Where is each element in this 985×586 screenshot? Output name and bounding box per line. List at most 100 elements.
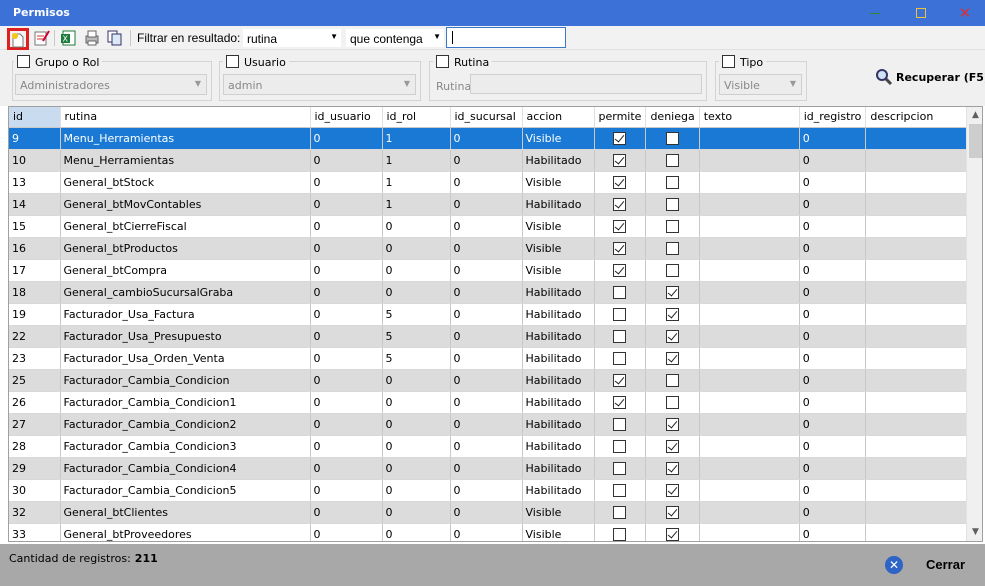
column-header-texto[interactable]: texto bbox=[699, 107, 800, 128]
permite-checkbox[interactable] bbox=[613, 131, 627, 145]
deniega-checkbox[interactable] bbox=[666, 329, 680, 343]
cell-deniega[interactable] bbox=[645, 457, 700, 480]
column-header-accion[interactable]: accion bbox=[522, 107, 595, 128]
rutina-checkbox[interactable] bbox=[436, 55, 449, 68]
cell-deniega[interactable] bbox=[645, 479, 700, 502]
deniega-checkbox[interactable] bbox=[666, 307, 680, 321]
cell-permite[interactable] bbox=[594, 281, 647, 304]
cell-deniega[interactable] bbox=[645, 149, 700, 172]
filter-operator-select[interactable]: que contenga ▼ bbox=[345, 28, 445, 48]
permite-checkbox[interactable] bbox=[613, 175, 627, 189]
deniega-checkbox[interactable] bbox=[666, 505, 680, 519]
cell-permite[interactable] bbox=[594, 501, 647, 524]
column-header-descripcion[interactable]: descripcion bbox=[865, 107, 979, 128]
new-record-icon[interactable] bbox=[7, 28, 29, 50]
permite-checkbox[interactable] bbox=[613, 285, 627, 299]
table-row[interactable]: 19 Facturador_Usa_Factura 0 5 0 Habilitado 0 bbox=[9, 303, 979, 326]
minimize-icon[interactable] bbox=[852, 0, 898, 26]
cell-deniega[interactable] bbox=[645, 171, 700, 194]
deniega-checkbox[interactable] bbox=[666, 219, 680, 233]
copy-icon[interactable] bbox=[106, 29, 124, 47]
column-header-deniega[interactable]: deniega bbox=[645, 107, 700, 128]
cell-deniega[interactable] bbox=[645, 127, 700, 150]
permite-checkbox[interactable] bbox=[613, 307, 627, 321]
table-row[interactable]: 33 General_btProveedores 0 0 0 Visible 0 bbox=[9, 523, 979, 541]
deniega-checkbox[interactable] bbox=[666, 417, 680, 431]
cell-permite[interactable] bbox=[594, 391, 647, 414]
deniega-checkbox[interactable] bbox=[666, 241, 680, 255]
column-header-id-rol[interactable]: id_rol bbox=[382, 107, 451, 128]
table-row[interactable]: 28 Facturador_Cambia_Condicion3 0 0 0 Habilit… bbox=[9, 435, 979, 458]
cell-deniega[interactable] bbox=[645, 391, 700, 414]
permite-checkbox[interactable] bbox=[613, 505, 627, 519]
cell-permite[interactable] bbox=[594, 457, 647, 480]
column-header-id-sucursal[interactable]: id_sucursal bbox=[450, 107, 523, 128]
column-header-rutina[interactable]: rutina bbox=[60, 107, 311, 128]
deniega-checkbox[interactable] bbox=[666, 197, 680, 211]
column-header-id-registro[interactable]: id_registro bbox=[799, 107, 867, 128]
deniega-checkbox[interactable] bbox=[666, 175, 680, 189]
tipo-select[interactable]: Visible ▼ bbox=[719, 74, 802, 95]
permite-checkbox[interactable] bbox=[613, 153, 627, 167]
permite-checkbox[interactable] bbox=[613, 373, 627, 387]
column-header-permite[interactable]: permite bbox=[594, 107, 647, 128]
permite-checkbox[interactable] bbox=[613, 197, 627, 211]
maximize-icon[interactable] bbox=[898, 0, 944, 26]
table-row[interactable]: 17 General_btCompra 0 0 0 Visible 0 bbox=[9, 259, 979, 282]
permite-checkbox[interactable] bbox=[613, 241, 627, 255]
cell-permite[interactable] bbox=[594, 259, 647, 282]
permissions-grid[interactable]: id rutina id_usuario id_rol id_sucursal accio… bbox=[8, 106, 983, 542]
deniega-checkbox[interactable] bbox=[666, 131, 680, 145]
tipo-checkbox-label[interactable]: Tipo bbox=[719, 55, 767, 69]
vertical-scrollbar[interactable]: ▲ ▼ bbox=[966, 107, 982, 541]
cell-permite[interactable] bbox=[594, 149, 647, 172]
permite-checkbox[interactable] bbox=[613, 395, 627, 409]
deniega-checkbox[interactable] bbox=[666, 395, 680, 409]
cell-permite[interactable] bbox=[594, 237, 647, 260]
cell-permite[interactable] bbox=[594, 171, 647, 194]
usuario-select[interactable]: admin ▼ bbox=[223, 74, 416, 95]
cell-deniega[interactable] bbox=[645, 435, 700, 458]
deniega-checkbox[interactable] bbox=[666, 483, 680, 497]
cell-deniega[interactable] bbox=[645, 193, 700, 216]
edit-icon[interactable] bbox=[33, 29, 51, 47]
deniega-checkbox[interactable] bbox=[666, 373, 680, 387]
cell-permite[interactable] bbox=[594, 369, 647, 392]
column-header-id-usuario[interactable]: id_usuario bbox=[310, 107, 383, 128]
cell-permite[interactable] bbox=[594, 347, 647, 370]
usuario-checkbox-label[interactable]: Usuario bbox=[223, 55, 289, 69]
tipo-checkbox[interactable] bbox=[722, 55, 735, 68]
cell-deniega[interactable] bbox=[645, 325, 700, 348]
table-row[interactable]: 25 Facturador_Cambia_Condicion 0 0 0 Habilita… bbox=[9, 369, 979, 392]
scroll-thumb[interactable] bbox=[969, 124, 982, 158]
deniega-checkbox[interactable] bbox=[666, 285, 680, 299]
rutina-input[interactable] bbox=[470, 74, 702, 94]
cell-deniega[interactable] bbox=[645, 215, 700, 238]
usuario-checkbox[interactable] bbox=[226, 55, 239, 68]
table-row[interactable]: 27 Facturador_Cambia_Condicion2 0 0 0 Habilit… bbox=[9, 413, 979, 436]
cell-permite[interactable] bbox=[594, 479, 647, 502]
cell-permite[interactable] bbox=[594, 215, 647, 238]
table-row[interactable]: 15 General_btCierreFiscal 0 0 0 Visible 0 bbox=[9, 215, 979, 238]
deniega-checkbox[interactable] bbox=[666, 153, 680, 167]
table-row[interactable]: 30 Facturador_Cambia_Condicion5 0 0 0 Habilit… bbox=[9, 479, 979, 502]
cell-permite[interactable] bbox=[594, 523, 647, 541]
deniega-checkbox[interactable] bbox=[666, 439, 680, 453]
cell-permite[interactable] bbox=[594, 303, 647, 326]
permite-checkbox[interactable] bbox=[613, 483, 627, 497]
permite-checkbox[interactable] bbox=[613, 461, 627, 475]
filter-field-select[interactable]: rutina ▼ bbox=[242, 28, 342, 48]
cell-permite[interactable] bbox=[594, 193, 647, 216]
permite-checkbox[interactable] bbox=[613, 351, 627, 365]
table-row[interactable]: 18 General_cambioSucursalGraba 0 0 0 Habilita… bbox=[9, 281, 979, 304]
print-preview-icon[interactable] bbox=[83, 29, 101, 47]
rutina-checkbox-label[interactable]: Rutina bbox=[433, 55, 493, 69]
permite-checkbox[interactable] bbox=[613, 263, 627, 277]
table-row[interactable]: 14 General_btMovContables 0 1 0 Habilitado 0 bbox=[9, 193, 979, 216]
cell-permite[interactable] bbox=[594, 127, 647, 150]
permite-checkbox[interactable] bbox=[613, 329, 627, 343]
filter-value-input[interactable] bbox=[446, 27, 566, 48]
excel-export-icon[interactable]: X bbox=[60, 29, 78, 47]
cell-permite[interactable] bbox=[594, 413, 647, 436]
cell-deniega[interactable] bbox=[645, 347, 700, 370]
